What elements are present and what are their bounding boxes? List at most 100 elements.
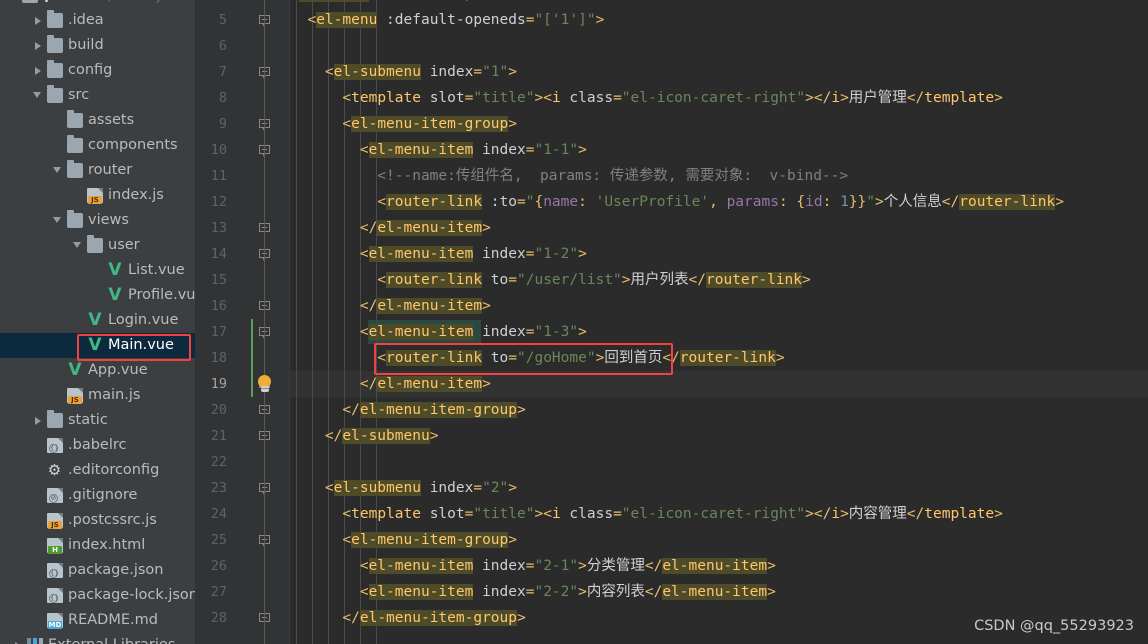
code-line-8: <template slot="title"><i class="el-icon… — [342, 90, 1003, 106]
tree-item-label: App.vue — [88, 362, 148, 378]
line-number: 22 — [210, 454, 227, 470]
vue-file-icon: V — [108, 260, 122, 280]
js-file-icon: JS — [47, 513, 63, 529]
chevron-down-icon[interactable] — [73, 242, 81, 248]
code-line-25: <el-menu-item-group> — [342, 532, 517, 548]
folder-icon — [67, 110, 83, 128]
code-line-partial: <el-aside width="200px"> — [290, 0, 500, 7]
code-line-7: <el-submenu index="1"> — [324, 64, 518, 80]
markdown-file-icon: MD — [47, 613, 63, 629]
chevron-right-icon[interactable] — [35, 67, 41, 75]
tree-item-label: .babelrc — [68, 437, 127, 453]
code-line-13: </el-menu-item> — [359, 220, 491, 236]
tree-item-views[interactable]: views — [0, 208, 195, 233]
tree-item-label: Login.vue — [108, 312, 179, 328]
tree-item-external-libraries[interactable]: External Libraries — [0, 633, 195, 644]
tree-item-label: components — [88, 137, 178, 153]
tree-item-user[interactable]: user — [0, 233, 195, 258]
line-number: 6 — [218, 38, 227, 54]
line-number: 18 — [210, 350, 227, 366]
tree-item-label: Profile.vue — [128, 287, 195, 303]
tree-item-build[interactable]: build — [0, 33, 195, 58]
tree-item-router[interactable]: router — [0, 158, 195, 183]
tree-item-label: List.vue — [128, 262, 185, 278]
tree-item-list-vue[interactable]: V List.vue — [0, 258, 195, 283]
json-file-icon: {} — [47, 588, 63, 603]
code-line-21: </el-submenu> — [324, 428, 439, 444]
line-number: 24 — [210, 506, 227, 522]
folder-icon — [67, 160, 83, 178]
tree-item-root[interactable]: p-vueD:\IdeaProje — [0, 0, 195, 8]
fold-region-line — [264, 0, 265, 644]
tree-item-config[interactable]: config — [0, 58, 195, 83]
watermark: CSDN @qq_55293923 — [974, 618, 1134, 634]
gear-icon: ⚙ — [47, 461, 62, 479]
tree-item-editorconfig[interactable]: ⚙ .editorconfig — [0, 458, 195, 483]
line-number: 11 — [210, 168, 227, 184]
tree-item-app-vue[interactable]: V App.vue — [0, 358, 195, 383]
js-file-icon: JS — [87, 188, 103, 204]
tree-item-components[interactable]: components — [0, 133, 195, 158]
js-file-icon: JS — [67, 388, 83, 404]
vue-file-icon: V — [68, 360, 82, 380]
tree-item-label: Main.vue — [108, 337, 174, 353]
tree-item-static[interactable]: static — [0, 408, 195, 433]
chevron-down-icon[interactable] — [53, 167, 61, 173]
tree-item-assets[interactable]: assets — [0, 108, 195, 133]
folder-icon — [67, 135, 83, 153]
code-line-17: <el-menu-item index="1-3"> — [359, 324, 587, 340]
libraries-icon — [27, 638, 43, 644]
code-line-23: <el-submenu index="2"> — [324, 480, 518, 496]
vue-file-icon: V — [108, 285, 122, 305]
line-number: 9 — [218, 116, 227, 132]
tree-item-readme-md[interactable]: MD README.md — [0, 608, 195, 633]
tree-item-package-lock-json[interactable]: {} package-lock.json — [0, 583, 195, 608]
chevron-right-icon[interactable] — [35, 42, 41, 50]
tree-item-label: README.md — [68, 612, 158, 628]
folder-icon — [87, 235, 103, 253]
chevron-right-icon[interactable] — [35, 417, 41, 425]
tree-item-label: config — [68, 62, 113, 78]
tree-item-label: .idea — [68, 12, 104, 28]
line-number: 26 — [210, 558, 227, 574]
tree-item-idea[interactable]: .idea — [0, 8, 195, 33]
code-line-14: <el-menu-item index="1-2"> — [359, 246, 587, 262]
chevron-down-icon[interactable] — [53, 217, 61, 223]
chevron-down-icon[interactable] — [33, 92, 41, 98]
line-number: 25 — [210, 532, 227, 548]
code-line-18: <router-link to="/goHome">回到首页</router-l… — [377, 350, 785, 366]
line-number: 27 — [210, 584, 227, 600]
chevron-right-icon[interactable] — [35, 17, 41, 25]
code-line-11: <!--name:传组件名, params: 传递参数, 需要对象: v-bin… — [290, 168, 849, 184]
code-line-28: </el-menu-item-group> — [342, 610, 526, 626]
code-line-9: <el-menu-item-group> — [342, 116, 517, 132]
tree-item-src[interactable]: src — [0, 83, 195, 108]
code-editor[interactable]: 5 6 7 8 9 10 11 12 13 14 15 16 17 18 19 20 21 22 23 24 25 26 2… — [195, 0, 1148, 644]
tree-item-package-json[interactable]: {} package.json — [0, 558, 195, 583]
intention-bulb-icon[interactable] — [257, 375, 273, 393]
tree-item-babelrc[interactable]: {} .babelrc — [0, 433, 195, 458]
tree-item-label: views — [88, 212, 129, 228]
line-number: 19 — [210, 376, 227, 392]
editor-gutter[interactable]: 5 6 7 8 9 10 11 12 13 14 15 16 17 18 19 20 21 22 23 24 25 26 2… — [195, 0, 290, 644]
tree-item-gitignore[interactable]: ⊘ .gitignore — [0, 483, 195, 508]
vcs-change-marker[interactable] — [251, 319, 253, 397]
tree-item-main-vue[interactable]: V Main.vue — [0, 333, 195, 358]
project-tool-window[interactable]: p-vueD:\IdeaProje .idea build config src asse… — [0, 0, 195, 644]
tree-item-postcssrc-js[interactable]: JS .postcssrc.js — [0, 508, 195, 533]
folder-icon — [47, 60, 63, 78]
code-line-5: <el-menu :default-openeds="['1']"> — [307, 12, 605, 28]
tree-item-index-js[interactable]: JS index.js — [0, 183, 195, 208]
tree-item-main-js[interactable]: JS main.js — [0, 383, 195, 408]
tree-item-login-vue[interactable]: V Login.vue — [0, 308, 195, 333]
code-text-area[interactable]: <el-aside width="200px"> <el-menu :defau… — [290, 0, 1148, 644]
tree-item-index-html[interactable]: Hindex.html — [0, 533, 195, 558]
code-line-19: </el-menu-item> — [359, 376, 491, 392]
folder-icon — [47, 85, 63, 103]
code-line-27: <el-menu-item index="2-2">内容列表</el-menu-… — [359, 584, 776, 600]
tree-item-profile-vue[interactable]: V Profile.vue — [0, 283, 195, 308]
code-line-26: <el-menu-item index="2-1">分类管理</el-menu-… — [359, 558, 776, 574]
line-number: 12 — [210, 194, 227, 210]
tree-item-label: index.js — [108, 187, 164, 203]
line-number: 5 — [218, 12, 227, 28]
